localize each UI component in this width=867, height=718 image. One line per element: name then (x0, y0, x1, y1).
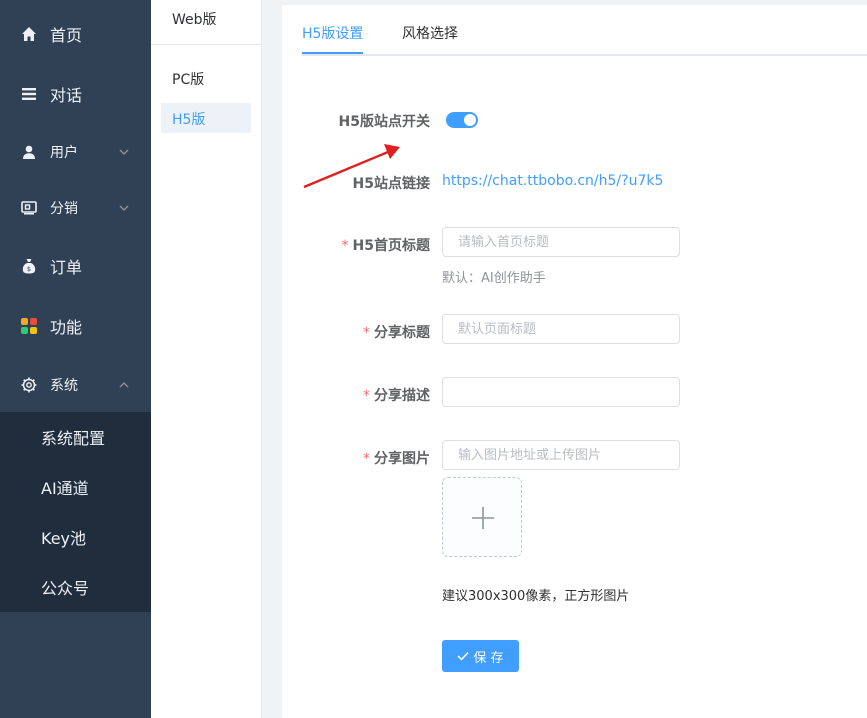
plus-icon (472, 507, 494, 529)
chevron-up-icon (119, 382, 129, 388)
submenu-item-system-config[interactable]: 系统配置 (0, 412, 151, 462)
apps-icon (20, 317, 38, 335)
required-mark: * (363, 325, 370, 341)
required-mark: * (363, 451, 370, 467)
sidebar-item-system[interactable]: 系统 (0, 357, 151, 413)
secondary-menu-label: H5版 (172, 112, 206, 128)
save-button-label: 保 存 (473, 650, 504, 666)
submenu-item-official-account[interactable]: 公众号 (0, 562, 151, 612)
tabs-bar: H5版设置 风格选择 (302, 5, 867, 56)
submenu-item-label: Key池 (41, 529, 87, 548)
user-icon (20, 143, 38, 161)
home-icon (20, 25, 38, 43)
link-label: H5站点链接 (352, 176, 430, 192)
sidebar-item-label: 系统 (50, 378, 78, 394)
required-mark: * (341, 238, 349, 254)
gear-icon (20, 376, 38, 394)
submenu-item-label: AI通道 (41, 479, 89, 498)
share-image-label: * 分享图片 (363, 451, 430, 467)
h5-site-link[interactable]: https://chat.ttbobo.cn/h5/?u7k5 (442, 173, 663, 189)
distribution-icon (20, 199, 38, 217)
secondary-menu-item-h5[interactable]: H5版 (161, 103, 251, 133)
submenu-item-ai-channel[interactable]: AI通道 (0, 462, 151, 512)
sidebar-item-label: 功能 (50, 318, 83, 337)
save-button[interactable]: 保 存 (442, 640, 519, 672)
sidebar-item-label: 订单 (50, 258, 83, 277)
sidebar-item-home[interactable]: 首页 (0, 6, 151, 62)
submenu-item-label: 系统配置 (41, 429, 106, 448)
share-title-label: * 分享标题 (363, 325, 430, 341)
secondary-menu-header: Web版 (172, 12, 217, 28)
submenu-item-key-pool[interactable]: Key池 (0, 512, 151, 562)
image-size-tip: 建议300x300像素，正方形图片 (442, 589, 630, 604)
sidebar-item-features[interactable]: 功能 (0, 298, 151, 354)
secondary-menu: Web版 PC版 H5版 (151, 0, 262, 718)
home-title-hint: 默认：AI创作助手 (442, 271, 546, 286)
h5-site-switch[interactable] (446, 112, 478, 128)
sidebar-item-label: 对话 (50, 86, 83, 105)
money-bag-icon: $ (20, 257, 38, 275)
home-title-input[interactable] (442, 227, 680, 257)
sidebar-item-label: 首页 (50, 26, 83, 45)
secondary-menu-label: PC版 (172, 72, 205, 88)
secondary-menu-web[interactable]: Web版 (151, 0, 261, 45)
sidebar-item-user[interactable]: 用户 (0, 124, 151, 180)
chevron-down-icon (119, 149, 129, 155)
submenu-item-label: 公众号 (41, 579, 90, 598)
svg-text:$: $ (27, 265, 31, 273)
share-title-input[interactable] (442, 314, 680, 344)
sidebar-item-distribution[interactable]: 分销 (0, 180, 151, 236)
switch-label: H5版站点开关 (338, 114, 430, 130)
list-icon (20, 85, 38, 103)
main-panel: H5版设置 风格选择 H5版站点开关 H5站点链接 https://chat.t… (282, 5, 867, 718)
chevron-down-icon (119, 205, 129, 211)
home-title-label: * H5首页标题 (341, 238, 430, 254)
tab-h5-settings[interactable]: H5版设置 (302, 23, 363, 54)
active-tab-indicator (302, 52, 363, 54)
share-desc-label: * 分享描述 (363, 388, 430, 404)
secondary-menu-item-pc[interactable]: PC版 (161, 63, 251, 93)
tab-style-select[interactable]: 风格选择 (402, 23, 458, 54)
sidebar-item-dialog[interactable]: 对话 (0, 66, 151, 122)
sidebar-item-label: 分销 (50, 201, 78, 217)
sidebar-item-orders[interactable]: $ 订单 (0, 238, 151, 294)
share-desc-input[interactable] (442, 377, 680, 407)
check-icon (457, 651, 470, 661)
image-upload-box[interactable] (442, 477, 522, 557)
required-mark: * (363, 388, 370, 404)
sidebar-item-label: 用户 (50, 145, 78, 161)
sidebar: 首页 对话 用户 分销 $ 订单 功能 系统 系统配置 AI通道 Key池 公众… (0, 0, 151, 718)
switch-knob (464, 114, 476, 126)
share-image-input[interactable] (442, 440, 680, 470)
system-submenu: 系统配置 AI通道 Key池 公众号 (0, 412, 151, 612)
